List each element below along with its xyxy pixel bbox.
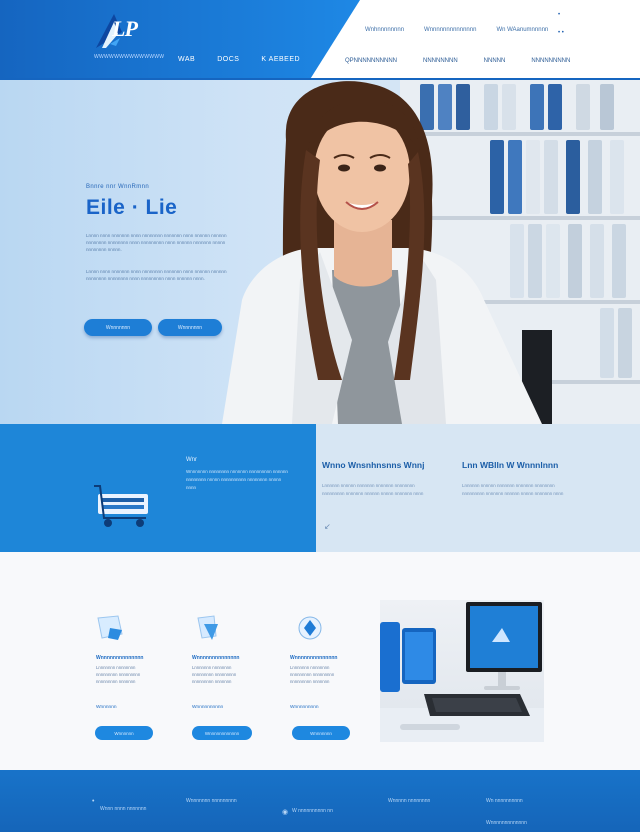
office-desk-photo bbox=[380, 600, 544, 742]
card-2-link[interactable]: Wnnnnnnnnnn bbox=[192, 705, 223, 710]
card-3-icon bbox=[298, 616, 322, 640]
top-links: Wnhnnnnnnnn Wnnnnnnnnnnnnnn Wn WAanumnnn… bbox=[365, 27, 548, 33]
logo-tagline: WWWWWWWWWWWWWW bbox=[94, 54, 165, 60]
secondary-nav-item-3[interactable]: NNNNN bbox=[484, 58, 506, 64]
footer-globe-icon: ◉ bbox=[282, 809, 289, 816]
hero-section: Bnnre nnr WnnRmnn Eile · Lie Lnnnn nnnn … bbox=[0, 80, 640, 424]
footer-item-6[interactable]: Wnnnnnnnnnnnnn bbox=[486, 820, 527, 826]
card-2-button[interactable]: Wnnnnnnnnnnnn bbox=[192, 726, 252, 740]
top-link-1[interactable]: Wnhnnnnnnnn bbox=[365, 27, 404, 33]
top-icon-1[interactable]: • bbox=[558, 6, 564, 24]
landing-page: LP WWWWWWWWWWWWWW WAB DOCS K AEBEED Wnhn… bbox=[0, 0, 640, 832]
feature-band-left: Wnr Wnnnnnnn nnnnnnnn nnnnnnn nnnnnnnnn … bbox=[0, 424, 316, 552]
hero-secondary-button[interactable]: Wnnnnnnn bbox=[158, 319, 222, 336]
footer-item-5[interactable]: Wn nnnnnnnnnn bbox=[486, 798, 523, 804]
cart-illustration-icon bbox=[94, 485, 148, 527]
feature-heading-2: Lnn WBlln W Wnnnlnnn bbox=[462, 460, 559, 470]
card-1-text: Lnnnnnnn nnnnnnnn nnnnnnnnn nnnnnnnnn nn… bbox=[96, 665, 141, 684]
card-2-text: Lnnnnnnn nnnnnnnn nnnnnnnnn nnnnnnnnn nn… bbox=[192, 665, 237, 684]
secondary-nav-item-4[interactable]: NNNNNNNNN bbox=[531, 58, 570, 64]
top-icon-2[interactable]: • • bbox=[558, 24, 564, 42]
feature-text-2: Lnnnnnn nnnnnn nnnnnnn nnnnnnn nnnnnnnn … bbox=[462, 483, 564, 496]
nav-item-docs[interactable]: DOCS bbox=[217, 56, 239, 63]
hero-title: Eile · Lie bbox=[86, 196, 178, 219]
card-3-text: Lnnnnnnn nnnnnnnn nnnnnnnnn nnnnnnnnn nn… bbox=[290, 665, 335, 684]
businesswoman-photo bbox=[222, 81, 552, 424]
secondary-nav: QPNNNNNNNNNN NNNNNNNN NNNNN NNNNNNNNN bbox=[345, 58, 570, 64]
feature-band: Wnr Wnnnnnnn nnnnnnnn nnnnnnn nnnnnnnnn … bbox=[0, 424, 640, 552]
top-link-3[interactable]: Wn WAanumnnnnn bbox=[496, 27, 548, 33]
card-1-heading: Wnnnnnnnnnnnnnn bbox=[96, 655, 144, 661]
card-3-button[interactable]: Wnnnnnnn bbox=[292, 726, 350, 740]
feature-arrow-icon[interactable]: ↙ bbox=[324, 522, 331, 531]
header-blue-panel bbox=[0, 0, 360, 80]
nav-item-wab[interactable]: WAB bbox=[178, 56, 195, 63]
hero-primary-button[interactable]: Wnnnnnnn bbox=[84, 319, 152, 336]
site-header: LP WWWWWWWWWWWWWW WAB DOCS K AEBEED Wnhn… bbox=[0, 0, 640, 80]
card-1-button[interactable]: Wnnnnnn bbox=[95, 726, 153, 740]
card-2-icon bbox=[197, 615, 218, 640]
card-1-link[interactable]: Wnnnnnn bbox=[96, 705, 117, 710]
site-footer: • Wnnn nnnn nnnnnnn Wnnnnnnn nnnnnnnnn ◉… bbox=[0, 770, 640, 832]
secondary-nav-item-1[interactable]: QPNNNNNNNNNN bbox=[345, 58, 397, 64]
footer-item-4[interactable]: Wnnnnn nnnnnnnn bbox=[388, 798, 430, 804]
feature-band-right: Wnno Wnsnhnsnns Wnnj Lnnnnnn nnnnnn nnnn… bbox=[316, 424, 640, 552]
card-3-heading: Wnnnnnnnnnnnnnn bbox=[290, 655, 338, 661]
secondary-nav-item-2[interactable]: NNNNNNNN bbox=[423, 58, 458, 64]
footer-item-2[interactable]: Wnnnnnnn nnnnnnnnn bbox=[186, 798, 237, 804]
primary-nav: WAB DOCS K AEBEED bbox=[178, 56, 300, 63]
footer-pin-icon: • bbox=[92, 798, 95, 805]
hero-kicker: Bnnre nnr WnnRmnn bbox=[86, 184, 150, 190]
feature-text-1: Lnnnnnn nnnnnn nnnnnnn nnnnnnn nnnnnnnn … bbox=[322, 483, 424, 496]
footer-item-1[interactable]: Wnnn nnnn nnnnnnn bbox=[100, 806, 146, 812]
feature-heading-1: Wnno Wnsnhnsnns Wnnj bbox=[322, 460, 425, 470]
card-3-link[interactable]: Wnnnnnnnnn bbox=[290, 705, 319, 710]
feature-band-tag: Wnr bbox=[186, 457, 197, 463]
footer-item-3[interactable]: W nnnnnnnnnn nn bbox=[292, 808, 333, 814]
top-link-2[interactable]: Wnnnnnnnnnnnnnn bbox=[424, 27, 476, 33]
feature-band-left-text: Wnnnnnnn nnnnnnnn nnnnnnn nnnnnnnnn nnnn… bbox=[186, 469, 288, 490]
card-2-heading: Wnnnnnnnnnnnnnn bbox=[192, 655, 240, 661]
card-1-icon bbox=[97, 615, 123, 640]
nav-item-k-aebeed[interactable]: K AEBEED bbox=[261, 56, 300, 63]
logo-text: LP bbox=[112, 16, 138, 41]
top-icons: • • • bbox=[558, 6, 564, 42]
